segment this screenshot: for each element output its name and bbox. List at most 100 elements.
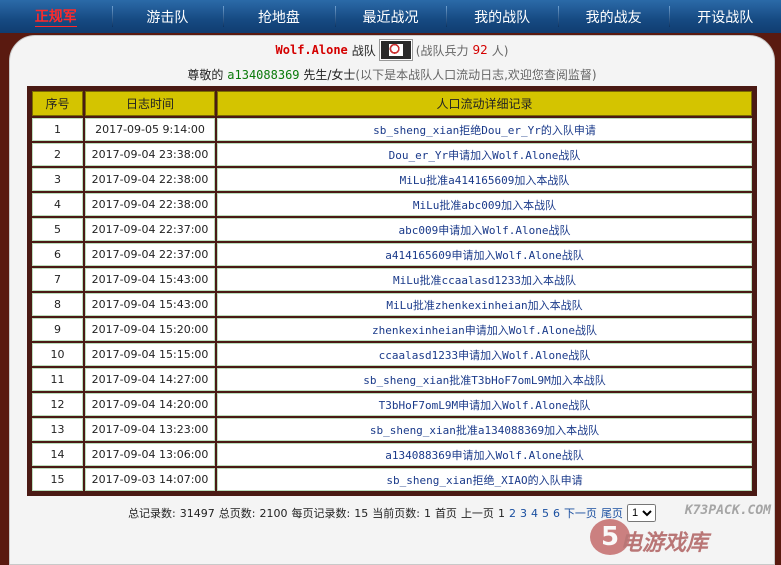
power-label-pre: (战队兵力 (415, 43, 469, 58)
row-time: 2017-09-04 13:06:00 (85, 443, 215, 466)
row-record: a414165609申请加入Wolf.Alone战队 (217, 243, 752, 266)
row-time: 2017-09-04 15:15:00 (85, 343, 215, 366)
row-record: ccaalasd1233申请加入Wolf.Alone战队 (217, 343, 752, 366)
table-row: 5 2017-09-04 22:37:00 abc009申请加入Wolf.Alone… (32, 218, 752, 241)
row-no: 14 (32, 443, 83, 466)
table-row: 8 2017-09-04 15:43:00 MiLu批准zhenkexinheian… (32, 293, 752, 316)
row-no: 8 (32, 293, 83, 316)
row-time: 2017-09-04 15:43:00 (85, 268, 215, 291)
row-no: 10 (32, 343, 83, 366)
table-row: 12 2017-09-04 14:20:00 T3bHoF7omL9M申请加入Wol… (32, 393, 752, 416)
table-row: 4 2017-09-04 22:38:00 MiLu批准abc009加入本战队 (32, 193, 752, 216)
row-no: 13 (32, 418, 83, 441)
row-no: 3 (32, 168, 83, 191)
current-value: 1 (423, 506, 431, 520)
row-record: sb_sheng_xian拒绝Dou_er_Yr的入队申请 (217, 118, 752, 141)
table-row: 14 2017-09-04 13:06:00 a134088369申请加入Wolf.… (32, 443, 752, 466)
row-record: MiLu批准zhenkexinheian加入本战队 (217, 293, 752, 316)
header-no: 序号 (32, 91, 83, 116)
nav-item-create-team[interactable]: 开设战队 (669, 0, 781, 33)
nav-item-guerrilla[interactable]: 游击队 (111, 0, 224, 33)
nav-item-my-team[interactable]: 我的战队 (446, 0, 558, 33)
row-time: 2017-09-04 22:38:00 (85, 193, 215, 216)
row-record: abc009申请加入Wolf.Alone战队 (217, 218, 752, 241)
intro-note: (以下是本战队人口流动日志,欢迎您查阅监督) (355, 68, 597, 82)
pages-value: 2100 (259, 506, 288, 520)
table-row: 13 2017-09-04 13:23:00 sb_sheng_xian批准a134… (32, 418, 752, 441)
row-time: 2017-09-04 14:27:00 (85, 368, 215, 391)
power-label-post: 人) (491, 43, 509, 58)
page-1-link[interactable]: 1 (498, 507, 505, 520)
row-record: zhenkexinheian申请加入Wolf.Alone战队 (217, 318, 752, 341)
team-name[interactable]: Wolf.Alone (276, 43, 348, 57)
watermark-url: K73PACK.COM (684, 503, 771, 518)
page-6-link[interactable]: 6 (553, 507, 560, 520)
table-row: 9 2017-09-04 15:20:00 zhenkexinheian申请加入Wo… (32, 318, 752, 341)
total-value: 31497 (179, 506, 215, 520)
row-record: MiLu批准a414165609加入本战队 (217, 168, 752, 191)
row-record: T3bHoF7omL9M申请加入Wolf.Alone战队 (217, 393, 752, 416)
row-time: 2017-09-04 14:20:00 (85, 393, 215, 416)
main-panel: Wolf.Alone 战队 (战队兵力 92 人) 尊敬的 a134088369 先生… (9, 35, 775, 565)
team-suffix: 战队 (351, 43, 376, 58)
row-no: 15 (32, 468, 83, 491)
current-label: 当前页数: (372, 507, 420, 520)
table-row: 15 2017-09-03 14:07:00 sb_sheng_xian拒绝_XIA… (32, 468, 752, 491)
per-page-label: 每页记录数: (291, 507, 351, 520)
table-row: 2 2017-09-04 23:38:00 Dou_er_Yr申请加入Wolf.Al… (32, 143, 752, 166)
row-no: 9 (32, 318, 83, 341)
row-record: sb_sheng_xian批准a134088369加入本战队 (217, 418, 752, 441)
row-no: 1 (32, 118, 83, 141)
page-3-link[interactable]: 3 (520, 507, 527, 520)
row-no: 11 (32, 368, 83, 391)
row-time: 2017-09-04 23:38:00 (85, 143, 215, 166)
username: a134088369 (227, 68, 300, 82)
table-header-row: 序号 日志时间 人口流动详细记录 (32, 91, 752, 116)
row-time: 2017-09-04 22:37:00 (85, 218, 215, 241)
row-no: 12 (32, 393, 83, 416)
intro-line: 尊敬的 a134088369 先生/女士(以下是本战队人口流动日志,欢迎您查阅监… (10, 66, 774, 83)
first-page-link[interactable]: 首页 (435, 505, 457, 521)
table-row: 11 2017-09-04 14:27:00 sb_sheng_xian批准T3bH… (32, 368, 752, 391)
pages-label: 总页数: (218, 507, 256, 520)
row-no: 7 (32, 268, 83, 291)
row-record: MiLu批准abc009加入本战队 (217, 193, 752, 216)
row-record: a134088369申请加入Wolf.Alone战队 (217, 443, 752, 466)
row-no: 2 (32, 143, 83, 166)
per-page-value: 15 (354, 506, 369, 520)
row-time: 2017-09-04 15:43:00 (85, 293, 215, 316)
nav-item-recent-battles[interactable]: 最近战况 (334, 0, 447, 33)
row-record: Dou_er_Yr申请加入Wolf.Alone战队 (217, 143, 752, 166)
greeting: 尊敬的 (187, 68, 224, 82)
page-5-link[interactable]: 5 (542, 507, 549, 520)
power-value: 92 (472, 43, 488, 57)
log-table-frame: 序号 日志时间 人口流动详细记录 1 2017-09-05 9:14:00 sb_s… (27, 86, 757, 496)
header-record: 人口流动详细记录 (217, 91, 752, 116)
table-row: 7 2017-09-04 15:43:00 MiLu批准ccaalasd1233加入… (32, 268, 752, 291)
row-no: 6 (32, 243, 83, 266)
prev-page-link[interactable]: 上一页 (461, 505, 494, 521)
row-record: MiLu批准ccaalasd1233加入本战队 (217, 268, 752, 291)
row-record: sb_sheng_xian批准T3bHoF7omL9M加入本战队 (217, 368, 752, 391)
row-record: sb_sheng_xian拒绝_XIAO的入队申请 (217, 468, 752, 491)
page-2-link[interactable]: 2 (509, 507, 516, 520)
log-table: 序号 日志时间 人口流动详细记录 1 2017-09-05 9:14:00 sb_s… (30, 89, 754, 493)
page-4-link[interactable]: 4 (531, 507, 538, 520)
row-time: 2017-09-05 9:14:00 (85, 118, 215, 141)
row-time: 2017-09-03 14:07:00 (85, 468, 215, 491)
row-time: 2017-09-04 13:23:00 (85, 418, 215, 441)
table-body: 1 2017-09-05 9:14:00 sb_sheng_xian拒绝Dou_er… (32, 118, 752, 491)
nav-item-my-comrades[interactable]: 我的战友 (557, 0, 670, 33)
nav-item-grab-territory[interactable]: 抢地盘 (223, 0, 335, 33)
watermark-text: 电游戏库 (620, 531, 709, 556)
header-time: 日志时间 (85, 91, 215, 116)
row-time: 2017-09-04 15:20:00 (85, 318, 215, 341)
site-watermark: K73PACK.COM 5 电游戏库 (590, 501, 775, 559)
table-row: 10 2017-09-04 15:15:00 ccaalasd1233申请加入Wol… (32, 343, 752, 366)
row-no: 5 (32, 218, 83, 241)
table-row: 3 2017-09-04 22:38:00 MiLu批准a414165609加入本战… (32, 168, 752, 191)
table-row: 1 2017-09-05 9:14:00 sb_sheng_xian拒绝Dou_er… (32, 118, 752, 141)
nav-item-regular-army[interactable]: 正规军 (0, 0, 112, 33)
team-header: Wolf.Alone 战队 (战队兵力 92 人) (10, 40, 774, 60)
total-label: 总记录数: (128, 507, 176, 520)
